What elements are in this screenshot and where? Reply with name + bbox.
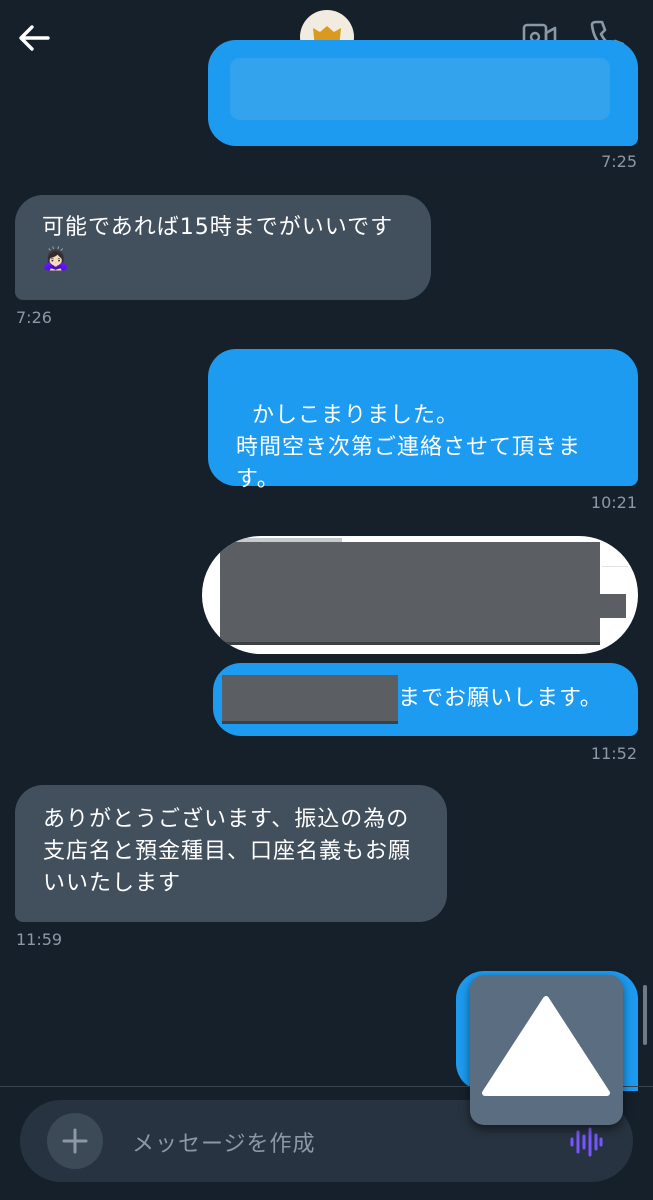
message-text: かしこまりました。 時間空き次第ご連絡させて頂きます。 bbox=[236, 403, 582, 492]
message-bubble-outgoing[interactable]: かしこまりました。 時間空き次第ご連絡させて頂きます。 bbox=[208, 349, 638, 492]
message-bubble-incoming[interactable]: 可能であれば15時までがいいです🙇🏻‍♀️ bbox=[15, 195, 431, 300]
blurred-message-text bbox=[230, 58, 610, 120]
message-bubble-incoming[interactable]: ありがとうございます、振込の為の支店名と預金種目、口座名義もお願いいたします bbox=[15, 785, 447, 922]
add-attachment-button[interactable] bbox=[47, 1113, 103, 1169]
message-timestamp: 7:26 bbox=[16, 308, 52, 327]
scroll-up-overlay-button[interactable] bbox=[470, 975, 623, 1125]
message-bubble-outgoing[interactable]: までお願いします。 bbox=[213, 663, 638, 736]
plus-icon bbox=[62, 1128, 88, 1154]
message-text: 可能であれば15時までがいいです🙇🏻‍♀️ bbox=[42, 215, 394, 272]
message-text: ありがとうございます、振込の為の支店名と預金種目、口座名義もお願いいたします bbox=[43, 807, 412, 896]
voice-waveform-icon[interactable] bbox=[568, 1126, 604, 1158]
message-timestamp: 7:25 bbox=[601, 152, 637, 171]
message-timestamp: 11:59 bbox=[16, 930, 63, 949]
message-image-attachment[interactable] bbox=[202, 536, 638, 654]
back-arrow-icon[interactable] bbox=[16, 22, 52, 54]
message-input[interactable]: メッセージを作成 bbox=[132, 1126, 316, 1158]
redacted-image-block bbox=[220, 542, 600, 642]
image-table-lines bbox=[602, 566, 628, 567]
message-timestamp: 11:52 bbox=[590, 744, 637, 763]
redacted-image-block bbox=[600, 594, 626, 618]
message-text: までお願いします。 bbox=[398, 686, 603, 711]
redacted-text-block bbox=[222, 675, 398, 721]
scrollbar[interactable] bbox=[643, 985, 647, 1045]
message-bubble-outgoing[interactable] bbox=[208, 40, 638, 146]
message-timestamp: 10:21 bbox=[590, 493, 637, 512]
triangle-up-icon bbox=[482, 996, 610, 1096]
